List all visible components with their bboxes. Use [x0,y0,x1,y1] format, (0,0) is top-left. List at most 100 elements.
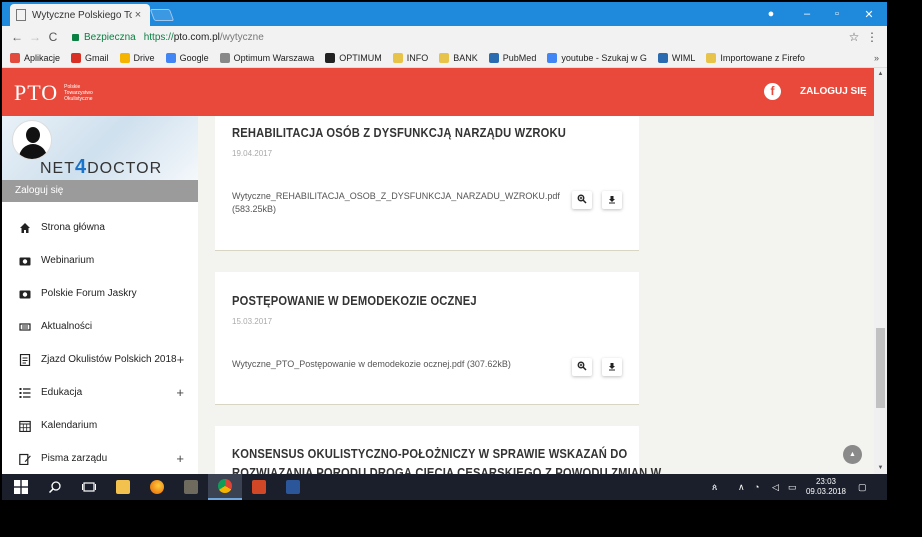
zoom-icon [577,361,587,373]
volume-icon[interactable]: ◁ [772,474,779,500]
preview-button[interactable] [572,358,592,376]
site-header: PTO Polskie Towarzystwo Okulistyczne f Z… [2,68,874,116]
scroll-up-arrow-icon[interactable]: ▲ [874,68,887,80]
media-player-icon [184,480,198,494]
drive-icon [119,52,130,63]
bookmark-item[interactable]: OPTIMUM [325,52,382,63]
powerpoint-icon [252,480,266,494]
download-button[interactable] [602,191,622,209]
expand-plus-icon[interactable]: + [177,352,185,367]
google-icon [165,52,176,63]
sidebar-item-education[interactable]: Edukacja + [2,376,198,409]
scroll-down-arrow-icon[interactable]: ▼ [874,462,887,474]
bookmark-item[interactable]: WIML [657,52,695,63]
guideline-date: 19.04.2017 [232,149,273,158]
back-arrow-icon[interactable]: ← [8,30,26,44]
facebook-icon[interactable]: f [764,83,781,100]
brand-number: 4 [75,156,88,178]
document-icon [19,353,31,366]
folder-icon [439,52,450,63]
more-bookmarks-icon[interactable]: » [874,53,879,63]
forward-arrow-icon[interactable]: → [26,30,44,44]
guideline-card: REHABILITACJA OSÓB Z DYSFUNKCJĄ NARZĄDU … [215,116,639,251]
tab-title: Wytyczne Polskiego Tov [32,9,132,21]
page-scrollbar[interactable]: ▲ ▼ [874,68,887,474]
taskbar-clock[interactable]: 23:03 09.03.2018 [802,477,850,497]
brand-text: DOCTOR [87,160,163,177]
taskbar-app-media[interactable] [174,474,208,500]
sidebar-item-news[interactable]: Aktualności [2,310,198,343]
browser-toolbar: ← → C Bezpieczna https:// pto.com.pl /wy… [2,26,887,48]
zoom-icon [577,194,587,206]
download-button[interactable] [602,358,622,376]
new-tab-button[interactable] [149,9,175,21]
browser-menu-icon[interactable]: ⋮ [863,30,881,44]
taskbar-app-word[interactable] [276,474,310,500]
back-to-top-button[interactable]: ▲ [843,445,862,464]
bookmark-item[interactable]: Optimum Warszawa [219,52,314,63]
guideline-title: KONSENSUS OKULISTYCZNO-POŁOŻNICZY W SPRA… [232,446,628,461]
download-icon [607,361,617,373]
taskbar-app-chrome[interactable] [208,474,242,500]
bookmark-folder[interactable]: BANK [439,52,478,63]
taskbar-app-firefox[interactable] [140,474,174,500]
preview-button[interactable] [572,191,592,209]
sidebar-item-calendar[interactable]: Kalendarium [2,409,198,442]
clock-date: 09.03.2018 [805,487,847,496]
expand-plus-icon[interactable]: + [176,385,184,400]
bookmark-item[interactable]: Drive [119,52,155,63]
bookmark-item[interactable]: PubMed [488,52,536,63]
logo-mark: PTO [14,80,59,105]
sidebar-item-congress[interactable]: Zjazd Okulistów Polskich 2018 + [2,343,198,376]
file-link[interactable]: Wytyczne_PTO_Postępowanie w demodekozie … [232,358,567,371]
taskbar-app-powerpoint[interactable] [242,474,276,500]
task-view-button[interactable] [72,474,106,500]
file-link[interactable]: Wytyczne_REHABILITACJA_OSOB_Z_DYSFUNKCJA… [232,190,567,216]
user-profile-icon[interactable]: ● [756,2,786,26]
scroll-thumb[interactable] [876,328,885,408]
bookmark-item[interactable]: Aplikacje [10,52,60,63]
bookmark-item[interactable]: Google [165,52,209,63]
login-link[interactable]: ZALOGUJ SIĘ [800,86,867,97]
people-icon[interactable]: ጰ [712,474,717,500]
pto-logo[interactable]: PTO Polskie Towarzystwo Okulistyczne [14,80,109,106]
browser-tab[interactable]: Wytyczne Polskiego Tov × [10,4,150,26]
bookmark-folder[interactable]: INFO [392,52,428,63]
avatar[interactable] [12,120,52,160]
maximize-button[interactable]: ▫ [822,2,852,26]
bookmark-item[interactable]: Gmail [71,52,109,63]
search-button[interactable] [38,474,72,500]
task-view-icon [82,482,96,492]
tray-caret-icon[interactable]: ∧ [738,474,745,500]
taskbar-app-explorer[interactable] [106,474,140,500]
expand-plus-icon[interactable]: + [176,451,184,466]
reload-icon[interactable]: C [44,30,62,44]
battery-icon[interactable]: ▭ [788,474,797,500]
profile-banner: NET4DOCTOR [2,116,198,180]
guideline-title-line2: ROZWIĄZANIA PORODU DROGĄ CIĘCIA CESARSKI… [232,465,662,474]
secure-label: Bezpieczna [84,31,136,43]
notifications-icon[interactable]: ▢ [858,474,867,500]
address-bar[interactable]: Bezpieczna https:// pto.com.pl /wytyczne [68,28,845,46]
close-button[interactable]: ✕ [854,2,884,26]
minimize-button[interactable]: – [792,2,822,26]
bookmark-item[interactable]: youtube - Szukaj w G [547,52,647,63]
bookmark-star-icon[interactable]: ☆ [845,30,863,44]
sidebar-item-home[interactable]: Strona główna [2,211,198,244]
tab-close-icon[interactable]: × [132,9,144,21]
sidebar-login-link[interactable]: Zaloguj się [2,180,198,202]
sidebar-item-board-letters[interactable]: Pisma zarządu + [2,442,198,474]
bookmark-folder[interactable]: Importowane z Firefo [706,52,805,63]
firefox-icon [150,480,164,494]
download-icon [607,194,617,206]
windows-icon [14,480,28,494]
sidebar-item-glaucoma-forum[interactable]: Polskie Forum Jaskry [2,277,198,310]
url-path: /wytyczne [219,31,264,43]
guideline-title: REHABILITACJA OSÓB Z DYSFUNKCJĄ NARZĄDU … [232,125,566,140]
sidebar-item-webinar[interactable]: Webinarium [2,244,198,277]
wifi-icon[interactable]: ◔ [754,474,759,500]
browser-window: Wytyczne Polskiego Tov × ● – ▫ ✕ ← → C B… [2,2,887,500]
page-icon [16,9,26,21]
sidebar: NET4DOCTOR Zaloguj się Strona główna Web… [2,116,198,474]
start-button[interactable] [4,474,38,500]
